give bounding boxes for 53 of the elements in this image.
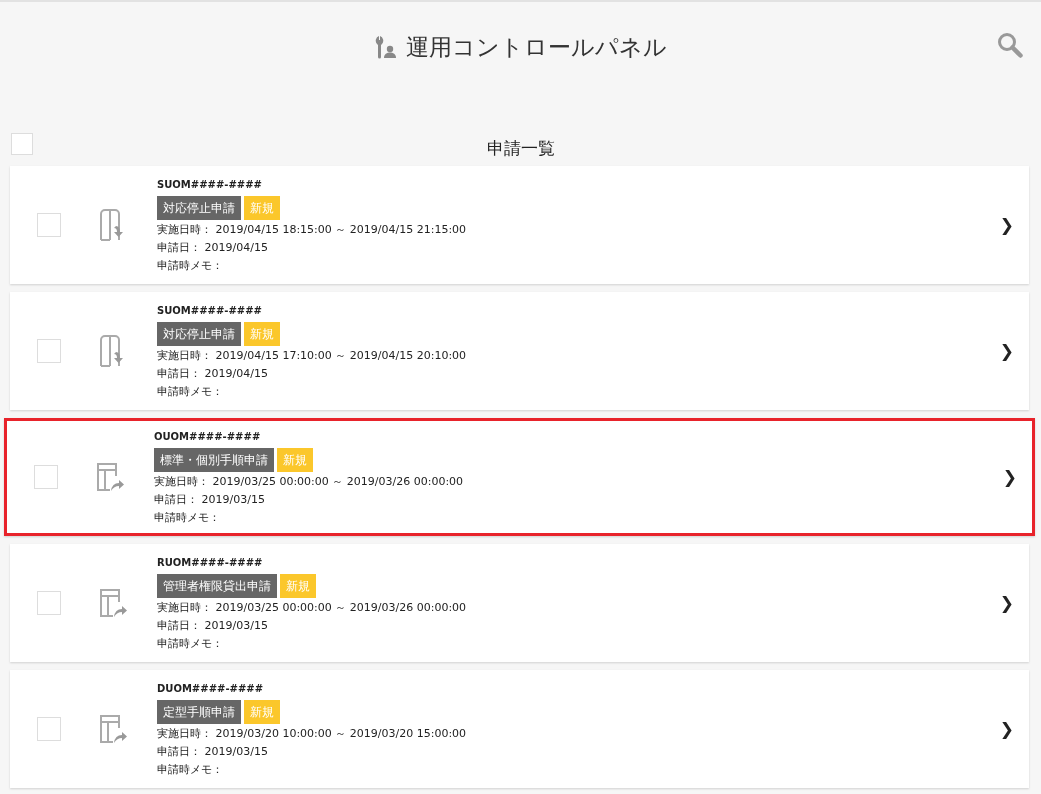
detail-line: 実施日時： 2019/03/25 00:00:00 ～ 2019/03/26 00:00:00: [157, 599, 468, 616]
status-tag: 新規: [244, 699, 280, 724]
detail-line: 申請日： 2019/04/15: [157, 239, 269, 256]
row-checkbox[interactable]: [34, 465, 58, 489]
request-id: RUOM####-####: [157, 555, 264, 570]
request-card[interactable]: OUOM####-#### 標準・個別手順申請 新規 実施日時： 2019/03/25 00:00:00 ～ 2019/03/26 00:00:00 申請日： 2019/03/15 申請時メモ： ❯: [4, 418, 1035, 536]
status-tag: 新規: [277, 447, 313, 472]
request-id: DUOM####-####: [157, 681, 265, 696]
detail-line: 申請時メモ：: [157, 383, 224, 400]
detail-line: 実施日時： 2019/04/15 17:10:00 ～ 2019/04/15 20:10:00: [157, 347, 468, 364]
detail-line: 申請時メモ：: [157, 761, 224, 778]
category-tag: 管理者権限貸出申請: [157, 573, 277, 598]
detail-line: 申請時メモ：: [157, 257, 224, 274]
detail-line: 申請日： 2019/03/15: [154, 491, 266, 508]
status-tag: 新規: [280, 573, 316, 598]
category-tag: 定型手順申請: [157, 699, 241, 724]
row-checkbox[interactable]: [37, 339, 61, 363]
category-tag: 標準・個別手順申請: [154, 447, 274, 472]
chevron[interactable]: ❯: [999, 341, 1014, 361]
chevron[interactable]: ❯: [1002, 467, 1017, 487]
detail-line: 申請時メモ：: [157, 635, 224, 652]
row-checkbox[interactable]: [37, 717, 61, 741]
detail-line: 申請日： 2019/03/15: [157, 617, 269, 634]
detail-line: 実施日時： 2019/03/25 00:00:00 ～ 2019/03/26 00:00:00: [154, 473, 465, 490]
door-curved-arrow-icon: [99, 712, 127, 746]
chevron[interactable]: ❯: [999, 593, 1014, 613]
status-tag: 新規: [244, 321, 280, 346]
detail-line: 実施日時： 2019/03/20 10:00:00 ～ 2019/03/20 15:00:00: [157, 725, 468, 742]
category-tag: 対応停止申請: [157, 321, 241, 346]
detail-line: 申請日： 2019/04/15: [157, 365, 269, 382]
select-all-checkbox[interactable]: [11, 133, 33, 155]
request-id: SUOM####-####: [157, 303, 263, 318]
wrench-user-icon: [374, 35, 398, 59]
door-curved-arrow-icon: [96, 460, 124, 494]
detail-line: 申請日： 2019/03/15: [157, 743, 269, 760]
row-checkbox[interactable]: [37, 591, 61, 615]
request-card[interactable]: SUOM####-#### 対応停止申請 新規 実施日時： 2019/04/15 17:10:00 ～ 2019/04/15 20:10:00 申請日： 2019/04/15 申請時メモ： ❯: [10, 292, 1029, 410]
request-card[interactable]: RUOM####-#### 管理者権限貸出申請 新規 実施日時： 2019/03/25 00:00:00 ～ 2019/03/26 00:00:00 申請日： 2019/03/15 申請時メモ： ❯: [10, 544, 1029, 662]
row-checkbox[interactable]: [37, 213, 61, 237]
search-icon[interactable]: [997, 32, 1023, 58]
page-title: 運用コントロールパネル: [406, 33, 667, 62]
list-title: 申請一覧: [486, 136, 555, 160]
door-curved-arrow-icon: [99, 586, 127, 620]
detail-line: 申請時メモ：: [154, 509, 221, 526]
category-tag: 対応停止申請: [157, 195, 241, 220]
request-card[interactable]: DUOM####-#### 定型手順申請 新規 実施日時： 2019/03/20 10:00:00 ～ 2019/03/20 15:00:00 申請日： 2019/03/15 申請時メモ： ❯: [10, 670, 1029, 788]
detail-line: 実施日時： 2019/04/15 18:15:00 ～ 2019/04/15 21:15:00: [157, 221, 468, 238]
chevron[interactable]: ❯: [999, 719, 1014, 739]
request-id: OUOM####-####: [154, 429, 262, 444]
status-tag: 新規: [244, 195, 280, 220]
chevron[interactable]: ❯: [999, 215, 1014, 235]
request-id: SUOM####-####: [157, 177, 263, 192]
request-card[interactable]: SUOM####-#### 対応停止申請 新規 実施日時： 2019/04/15 18:15:00 ～ 2019/04/15 21:15:00 申請日： 2019/04/15 申請時メモ： ❯: [10, 166, 1029, 284]
